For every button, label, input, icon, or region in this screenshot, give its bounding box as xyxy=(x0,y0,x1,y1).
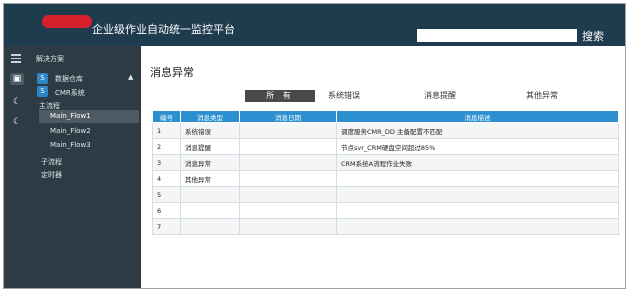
cell-date xyxy=(239,170,337,187)
cell-description: 节点svr_CRM硬盘空间超过85% xyxy=(336,138,619,155)
table-row[interactable]: 1 系统错误 调度服务CMR_DD 主备配置不匹配 xyxy=(152,122,619,139)
sidebar-item-timer[interactable]: 定时器 xyxy=(41,170,62,180)
table-row[interactable]: 7 xyxy=(152,218,619,235)
hamburger-menu-icon[interactable] xyxy=(11,54,21,65)
cell-date xyxy=(239,218,337,235)
cell-description xyxy=(336,170,619,187)
tab-other-exception[interactable]: 其他异常 xyxy=(517,90,567,102)
cell-type: 其他异常 xyxy=(180,170,240,187)
column-header-date: 消息日期 xyxy=(239,110,337,123)
sidebar: 解决方案 ▣ ☾ ☾ S 数据仓库 ▲ S CMR系统 主流程 Main_Flo… xyxy=(4,46,141,288)
sidebar-item-main-flow3[interactable]: Main_Flow3 xyxy=(39,139,139,152)
main-content: 消息异常 所 有 系统错误 消息提醒 其他异常 编号 消息类型 消息日期 消息描… xyxy=(141,46,625,288)
cell-date xyxy=(239,186,337,203)
sidebar-item-main-flow2[interactable]: Main_Flow2 xyxy=(39,125,139,138)
tab-message-reminder[interactable]: 消息提醒 xyxy=(415,90,465,102)
cell-id: 7 xyxy=(152,218,181,235)
table-row[interactable]: 6 xyxy=(152,202,619,219)
cell-type xyxy=(180,218,240,235)
table-row[interactable]: 3 消息异常 CRM系统A流程作业失败 xyxy=(152,154,619,171)
skype-icon: S xyxy=(37,86,48,97)
cell-type: 消息异常 xyxy=(180,154,240,171)
cell-description: CRM系统A流程作业失败 xyxy=(336,154,619,171)
cell-id: 3 xyxy=(152,154,181,171)
cell-id: 5 xyxy=(152,186,181,203)
column-header-description: 消息描述 xyxy=(336,110,619,123)
cell-description xyxy=(336,186,619,203)
cell-type: 系统错误 xyxy=(180,122,240,139)
camera-icon[interactable]: ▣ xyxy=(10,73,24,85)
cell-type xyxy=(180,186,240,203)
page-title: 消息异常 xyxy=(150,66,194,79)
top-header: 企业级作业自动统一监控平台 搜索 xyxy=(4,4,625,46)
sidebar-item-sub-flow[interactable]: 子流程 xyxy=(41,157,62,167)
cell-id: 6 xyxy=(152,202,181,219)
search-input[interactable] xyxy=(417,29,577,42)
table-row[interactable]: 2 消息提醒 节点svr_CRM硬盘空间超过85% xyxy=(152,138,619,155)
cell-description: 调度服务CMR_DD 主备配置不匹配 xyxy=(336,122,619,139)
sidebar-item-database[interactable]: 数据仓库 xyxy=(55,74,83,84)
cell-id: 2 xyxy=(152,138,181,155)
cell-date xyxy=(239,154,337,171)
sidebar-item-cmr[interactable]: CMR系统 xyxy=(55,88,85,98)
table-header-row: 编号 消息类型 消息日期 消息描述 xyxy=(152,110,619,123)
cell-type xyxy=(180,202,240,219)
moon-icon[interactable]: ☾ xyxy=(10,96,24,108)
cell-id: 1 xyxy=(152,122,181,139)
cell-date xyxy=(239,138,337,155)
company-logo xyxy=(42,15,92,28)
app-title: 企业级作业自动统一监控平台 xyxy=(92,23,235,36)
cell-type: 消息提醒 xyxy=(180,138,240,155)
table-row[interactable]: 4 其他异常 xyxy=(152,170,619,187)
cell-id: 4 xyxy=(152,170,181,187)
moon-icon[interactable]: ☾ xyxy=(10,116,24,128)
skype-icon: S xyxy=(37,73,48,84)
tab-all[interactable]: 所 有 xyxy=(245,90,315,102)
table-body: 1 系统错误 调度服务CMR_DD 主备配置不匹配 2 消息提醒 节点svr_CRM硬盘空… xyxy=(152,122,619,235)
app-window: 企业级作业自动统一监控平台 搜索 解决方案 ▣ ☾ ☾ S 数据仓库 ▲ S C… xyxy=(3,3,626,289)
search-button[interactable]: 搜索 xyxy=(582,28,604,44)
column-header-id: 编号 xyxy=(152,110,181,123)
table-row[interactable]: 5 xyxy=(152,186,619,203)
cell-description xyxy=(336,218,619,235)
message-table: 编号 消息类型 消息日期 消息描述 1 系统错误 调度服务CMR_DD 主备配置不匹… xyxy=(152,110,619,235)
cell-description xyxy=(336,202,619,219)
sidebar-item-main-flow1[interactable]: Main_Flow1 xyxy=(39,110,139,123)
cell-date xyxy=(239,122,337,139)
column-header-type: 消息类型 xyxy=(180,110,240,123)
solution-label[interactable]: 解决方案 xyxy=(36,54,64,64)
tab-system-error[interactable]: 系统错误 xyxy=(319,90,369,102)
collapse-arrow-icon[interactable]: ▲ xyxy=(128,73,133,81)
cell-date xyxy=(239,202,337,219)
